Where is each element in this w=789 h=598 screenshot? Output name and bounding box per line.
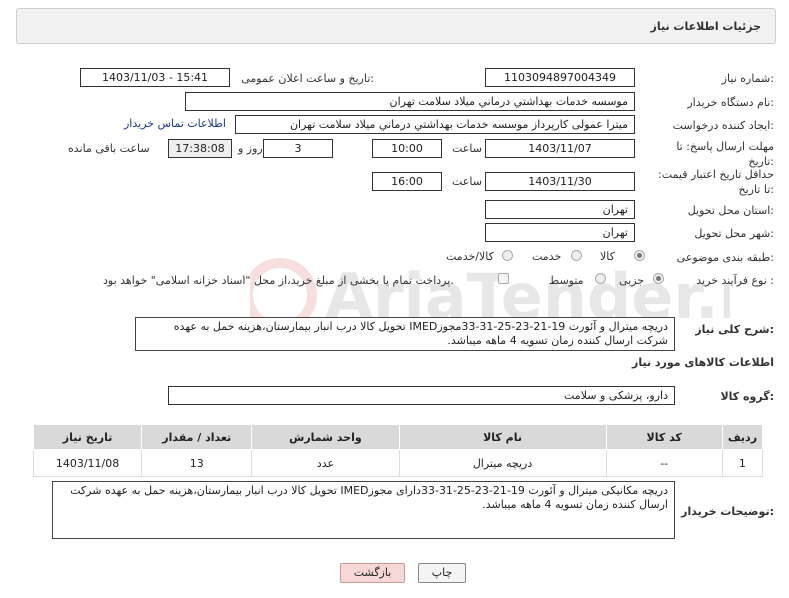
deadline-label: مهلت ارسال پاسخ: تا تاریخ: — [676, 140, 774, 168]
deadline-date-field: 1403/11/07 — [485, 139, 635, 158]
need-number-field: 1103094897004349 — [485, 68, 635, 87]
province-label: استان محل تحویل: — [687, 204, 774, 217]
cell-need-date: 1403/11/08 — [32, 449, 143, 477]
col-header-need-date: تاریخ نیاز — [32, 424, 143, 450]
table-header-row: ردیف کد کالا نام کالا واحد شمارش تعداد /… — [32, 424, 764, 450]
announce-datetime-field: 1403/11/03 - 15:41 — [80, 68, 230, 87]
days-label: روز و — [238, 142, 263, 155]
process-option-medium: متوسط — [549, 274, 584, 287]
announce-label: تاریخ و ساعت اعلان عمومی: — [241, 72, 374, 85]
buyer-notes-label: توضیحات خریدار: — [681, 505, 774, 518]
category-radio-goods-service[interactable] — [502, 250, 513, 261]
treasury-checkbox[interactable] — [498, 273, 509, 284]
days-field: 3 — [263, 139, 333, 158]
page-title: جزئیات اطلاعات نیاز — [650, 20, 762, 33]
goods-table-wrap: ردیف کد کالا نام کالا واحد شمارش تعداد /… — [32, 424, 764, 477]
buyer-contact-link[interactable]: اطلاعات تماس خریدار — [124, 117, 226, 130]
description-label: شرح کلی نیاز: — [695, 323, 774, 336]
remaining-label: ساعت باقی مانده — [68, 142, 150, 155]
process-option-minor: جزیی — [619, 274, 645, 287]
buyer-org-label: نام دستگاه خریدار: — [687, 96, 774, 109]
buyer-notes-textarea: دریچه مکانیکی میترال و آئورت 19-21-23-25… — [52, 481, 675, 539]
validity-date-field: 1403/11/30 — [485, 172, 635, 191]
header-panel: جزئیات اطلاعات نیاز — [16, 8, 776, 44]
requester-label: ایجاد کننده درخواست: — [672, 119, 774, 132]
cell-code: -- — [605, 449, 723, 477]
province-field: تهران — [485, 200, 635, 219]
treasury-note: پرداخت تمام یا بخشی از مبلغ خرید،از محل … — [103, 274, 454, 287]
validity-label: حداقل تاریخ اعتبار قیمت: تا تاریخ: — [658, 168, 774, 196]
requester-field: میترا عمولی کارپرداز موسسه خدمات بهداشتي… — [235, 115, 635, 134]
col-header-name: نام کالا — [398, 424, 607, 450]
need-number-label: شماره نیاز: — [721, 72, 774, 85]
col-header-unit: واحد شمارش — [251, 424, 400, 450]
cell-quantity: 13 — [141, 449, 253, 477]
city-label: شهر محل تحویل: — [694, 227, 774, 240]
back-button[interactable]: بازگشت — [340, 563, 405, 583]
city-field: تهران — [485, 223, 635, 242]
goods-group-field: دارو، پزشکی و سلامت — [168, 386, 675, 405]
col-header-quantity: تعداد / مقدار — [141, 424, 253, 450]
goods-group-label: گروه کالا: — [720, 390, 774, 403]
deadline-time-label: ساعت — [452, 142, 482, 155]
cell-row-number: 1 — [721, 449, 764, 477]
category-radio-service[interactable] — [571, 250, 582, 261]
deadline-time-field: 10:00 — [372, 139, 442, 158]
buyer-org-field: موسسه خدمات بهداشتي درماني ميلاد سلامت ت… — [185, 92, 635, 111]
process-radio-minor[interactable] — [653, 273, 664, 284]
cell-unit: عدد — [251, 449, 400, 477]
col-header-code: کد کالا — [605, 424, 723, 450]
goods-table: ردیف کد کالا نام کالا واحد شمارش تعداد /… — [32, 424, 764, 477]
category-label: طبقه بندی موضوعی: — [676, 251, 774, 264]
process-label: نوع فرآیند خرید : — [696, 274, 774, 287]
validity-time-label: ساعت — [452, 175, 482, 188]
description-textarea: دریچه میترال و آئورت 19-21-23-25-31-33مج… — [135, 317, 675, 351]
table-row: 1 -- دریچه میترال عدد 13 1403/11/08 — [32, 449, 764, 477]
col-header-row-number: ردیف — [721, 424, 764, 450]
category-radio-goods[interactable] — [634, 250, 645, 261]
category-option-goods-service: کالا/خدمت — [446, 250, 494, 263]
validity-time-field: 16:00 — [372, 172, 442, 191]
category-option-service: خدمت — [532, 250, 562, 263]
process-radio-medium[interactable] — [595, 273, 606, 284]
cell-name: دریچه میترال — [398, 449, 607, 477]
print-button[interactable]: چاپ — [418, 563, 466, 583]
goods-info-title: اطلاعات کالاهای مورد نیاز — [632, 356, 774, 369]
category-option-goods: کالا — [600, 250, 615, 263]
remaining-time-field: 17:38:08 — [168, 139, 232, 158]
